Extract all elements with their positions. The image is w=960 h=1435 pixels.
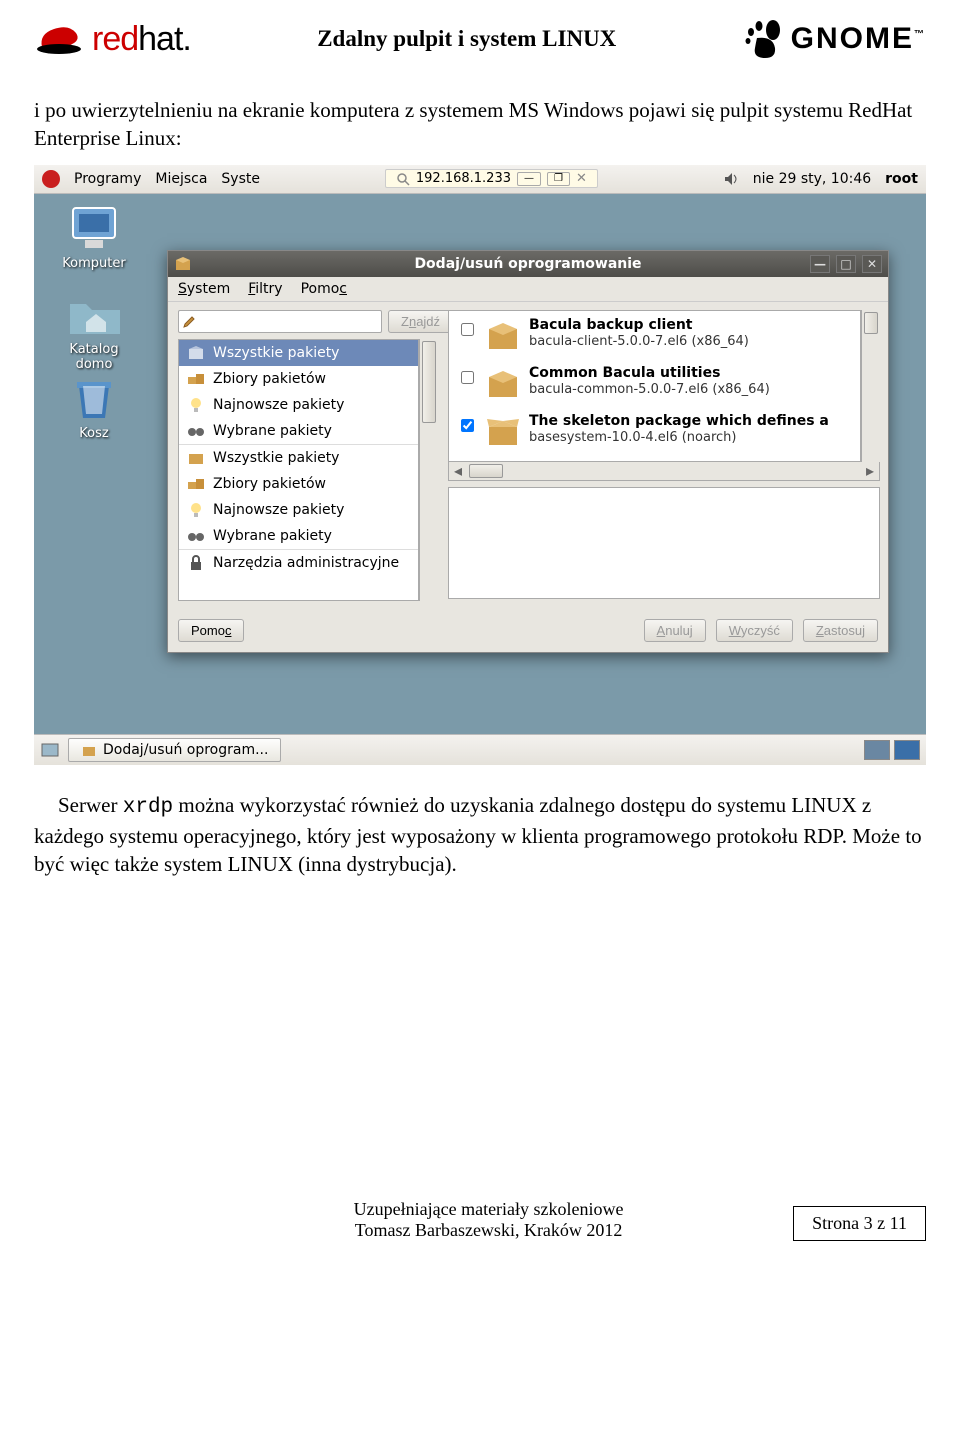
packages-icon bbox=[187, 475, 205, 493]
category-all-packages-2[interactable]: Wszystkie pakiety bbox=[179, 445, 418, 471]
remote-ip-box: 192.168.1.233 — ❐ ✕ bbox=[385, 169, 598, 188]
window-menubar: System Filtry Pomoc bbox=[168, 277, 888, 302]
category-all-packages[interactable]: Wszystkie pakiety bbox=[179, 340, 418, 366]
package-details-pane bbox=[448, 487, 880, 599]
category-collections[interactable]: Zbiory pakietów bbox=[179, 366, 418, 392]
redhat-logo: redhat. bbox=[34, 19, 191, 59]
window-minimize-icon[interactable]: — bbox=[517, 172, 541, 186]
window-restore-icon[interactable]: ❐ bbox=[547, 172, 570, 186]
page-title: Zdalny pulpit i system LINUX bbox=[317, 26, 616, 52]
package-icon bbox=[187, 449, 205, 467]
paragraph-2: Serwer xrdp można wykorzystać również do… bbox=[34, 791, 926, 879]
category-scrollbar[interactable] bbox=[419, 339, 438, 601]
lock-icon bbox=[187, 554, 205, 572]
show-desktop-icon[interactable] bbox=[40, 740, 60, 760]
package-list[interactable]: Bacula backup clientbacula-client-5.0.0-… bbox=[448, 310, 861, 462]
apply-button[interactable]: Zastosuj bbox=[803, 619, 878, 642]
desktop-icon-home[interactable]: Katalog domo bbox=[54, 292, 134, 372]
open-box-icon bbox=[485, 413, 521, 449]
menu-system[interactable]: Syste bbox=[221, 171, 260, 187]
trademark: ™ bbox=[914, 29, 926, 40]
menu-programs[interactable]: Programy bbox=[74, 171, 141, 187]
category-newest-2[interactable]: Najnowsze pakiety bbox=[179, 497, 418, 523]
package-scrollbar[interactable] bbox=[861, 310, 880, 462]
menu-places[interactable]: Miejsca bbox=[155, 171, 207, 187]
footer-line1: Uzupełniające materiały szkoleniowe bbox=[184, 1199, 793, 1220]
help-button[interactable]: Pomoc bbox=[178, 619, 244, 642]
package-checkbox[interactable] bbox=[461, 323, 474, 336]
redhat-text-red: red bbox=[92, 20, 138, 58]
package-icon bbox=[187, 344, 205, 362]
desktop-icon-computer[interactable]: Komputer bbox=[54, 204, 134, 271]
package-row[interactable]: Bacula backup clientbacula-client-5.0.0-… bbox=[449, 311, 860, 359]
redhat-text-hat: hat. bbox=[138, 20, 191, 58]
desktop-icon-trash[interactable]: Kosz bbox=[54, 378, 134, 441]
page-footer: Uzupełniające materiały szkoleniowe Toma… bbox=[34, 1199, 926, 1241]
package-row[interactable]: The skeleton package which defines abase… bbox=[449, 407, 860, 455]
taskbar-button[interactable]: Dodaj/usuń oprogram... bbox=[68, 738, 281, 762]
window-titlebar[interactable]: Dodaj/usuń oprogramowanie — □ ✕ bbox=[168, 251, 888, 277]
category-admin-tools[interactable]: Narzędzia administracyjne bbox=[179, 550, 418, 576]
speaker-icon[interactable] bbox=[723, 171, 739, 187]
packages-icon bbox=[187, 370, 205, 388]
window-button-row: Pomoc Anuluj Wyczyść Zastosuj bbox=[168, 609, 888, 652]
page-number: Strona 3 z 11 bbox=[793, 1206, 926, 1241]
menu-item-help[interactable]: Pomoc bbox=[301, 281, 347, 297]
package-hscrollbar[interactable]: ◂▸ bbox=[448, 462, 880, 481]
trash-icon bbox=[69, 378, 119, 422]
workspace-2[interactable] bbox=[894, 740, 920, 760]
binoculars-icon bbox=[187, 527, 205, 545]
footer-line2: Tomasz Barbaszewski, Kraków 2012 bbox=[184, 1220, 793, 1241]
home-folder-icon bbox=[66, 292, 122, 338]
computer-icon bbox=[67, 204, 121, 252]
menu-item-filters[interactable]: Filtry bbox=[248, 281, 282, 297]
category-newest[interactable]: Najnowsze pakiety bbox=[179, 392, 418, 418]
clear-button[interactable]: Wyczyść bbox=[716, 619, 793, 642]
page-header: redhat. Zdalny pulpit i system LINUX GNO… bbox=[34, 18, 926, 60]
category-selected-2[interactable]: Wybrane pakiety bbox=[179, 523, 418, 549]
window-title-text: Dodaj/usuń oprogramowanie bbox=[414, 256, 641, 272]
redhat-icon bbox=[34, 19, 84, 59]
package-manager-window: Dodaj/usuń oprogramowanie — □ ✕ System F… bbox=[167, 250, 889, 653]
gnome-foot-icon bbox=[743, 18, 785, 60]
closed-box-icon bbox=[485, 317, 521, 353]
distro-icon[interactable] bbox=[42, 170, 60, 188]
package-icon bbox=[81, 742, 97, 758]
search-input[interactable] bbox=[178, 310, 382, 333]
user-label[interactable]: root bbox=[885, 171, 918, 187]
workspace-switcher[interactable] bbox=[864, 740, 920, 760]
window-maximize-button[interactable]: □ bbox=[836, 255, 856, 273]
package-row[interactable]: Common Bacula utilitiesbacula-common-5.0… bbox=[449, 359, 860, 407]
clock[interactable]: nie 29 sty, 10:46 bbox=[753, 171, 871, 187]
pencil-icon bbox=[182, 315, 196, 329]
menu-item-system[interactable]: System bbox=[178, 281, 230, 297]
magnifier-icon bbox=[396, 172, 410, 186]
bulb-icon bbox=[187, 501, 205, 519]
cancel-button[interactable]: Anuluj bbox=[644, 619, 706, 642]
window-app-icon bbox=[174, 255, 192, 273]
paragraph-1: i po uwierzytelnieniu na ekranie kompute… bbox=[34, 96, 926, 153]
window-close-icon[interactable]: ✕ bbox=[576, 171, 587, 186]
binoculars-icon bbox=[187, 422, 205, 440]
workspace-1[interactable] bbox=[864, 740, 890, 760]
bulb-icon bbox=[187, 396, 205, 414]
gnome-panel-top: Programy Miejsca Syste 192.168.1.233 — ❐… bbox=[34, 165, 926, 194]
category-collections-2[interactable]: Zbiory pakietów bbox=[179, 471, 418, 497]
window-close-button[interactable]: ✕ bbox=[862, 255, 882, 273]
package-checkbox[interactable] bbox=[461, 371, 474, 384]
search-row: Znajdź bbox=[178, 310, 438, 333]
ip-text: 192.168.1.233 bbox=[416, 171, 511, 186]
gnome-logo: GNOME™ bbox=[743, 18, 926, 60]
package-checkbox[interactable] bbox=[461, 419, 474, 432]
screenshot: Programy Miejsca Syste 192.168.1.233 — ❐… bbox=[34, 165, 926, 765]
category-list[interactable]: Wszystkie pakiety Zbiory pakietów Najnow… bbox=[178, 339, 419, 601]
desktop: Komputer Katalog domo Kosz Dodaj/usuń op… bbox=[34, 194, 926, 734]
gnome-text: GNOME bbox=[791, 22, 914, 55]
gnome-panel-bottom: Dodaj/usuń oprogram... bbox=[34, 734, 926, 765]
closed-box-icon bbox=[485, 365, 521, 401]
category-selected[interactable]: Wybrane pakiety bbox=[179, 418, 418, 444]
window-minimize-button[interactable]: — bbox=[810, 255, 830, 273]
